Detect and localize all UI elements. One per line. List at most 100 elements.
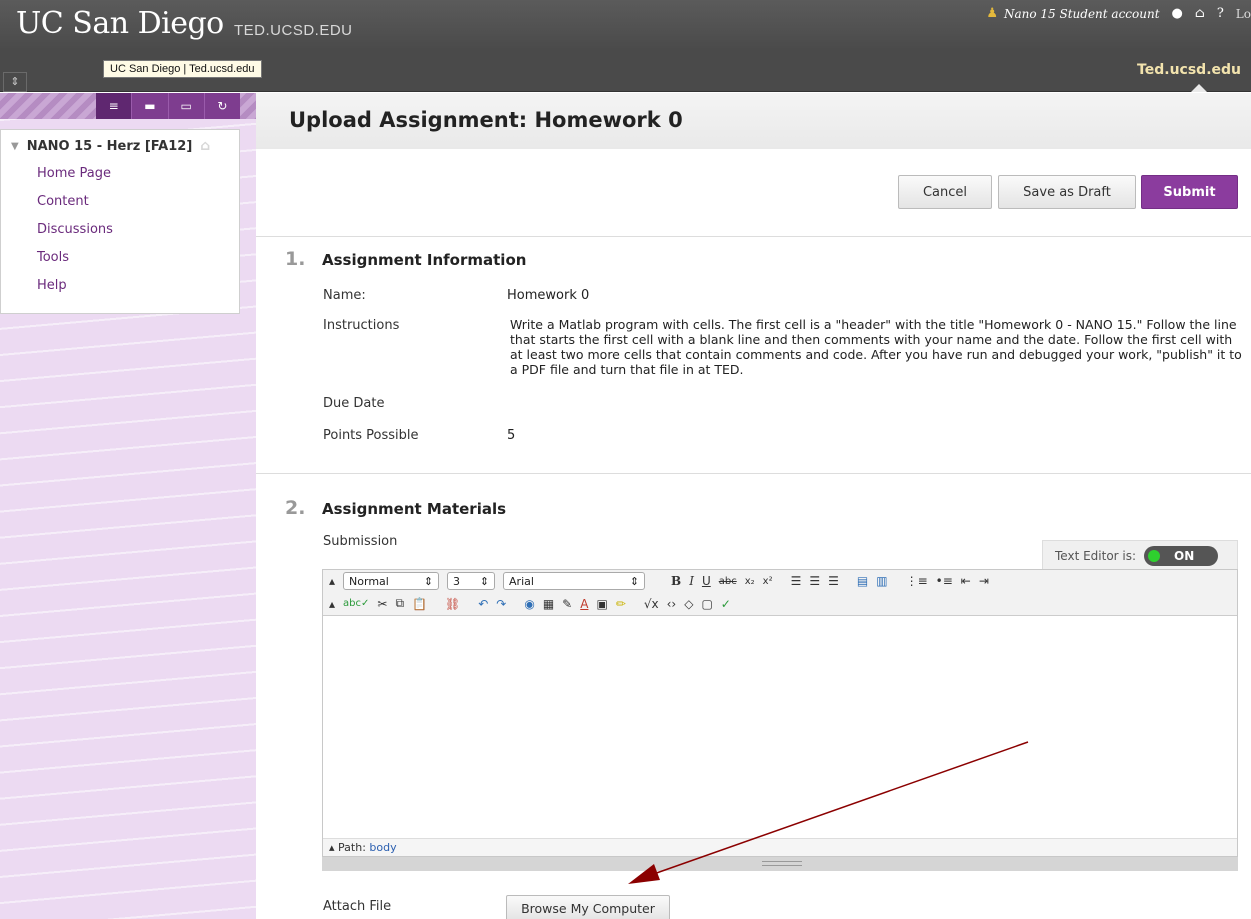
- brand-logo[interactable]: UC San Diego: [16, 6, 224, 41]
- unordered-list-icon[interactable]: •≡: [936, 574, 953, 588]
- collapse-path-icon[interactable]: ▴: [329, 841, 335, 854]
- points-value: 5: [507, 428, 516, 443]
- align-left-icon[interactable]: ☰: [791, 574, 802, 588]
- outdent-icon[interactable]: ⇤: [961, 574, 971, 588]
- text-color-icon[interactable]: A: [580, 597, 588, 611]
- home-icon[interactable]: ⌂: [1195, 6, 1205, 21]
- rich-text-editor: ▴ Normal ⇕ 3 ⇕ Arial ⇕ B I U abc x₂ x² ☰ ☰ …: [322, 569, 1238, 857]
- font-select[interactable]: Arial ⇕: [503, 572, 646, 590]
- underline-icon[interactable]: U: [702, 574, 711, 588]
- insert-media-icon[interactable]: ▣: [596, 597, 607, 611]
- drag-handle-icon[interactable]: ⇕: [3, 72, 27, 92]
- text-editor-state: ON: [1174, 548, 1195, 563]
- action-bar: Cancel Save as Draft Submit: [256, 149, 1251, 237]
- draw-icon[interactable]: ✎: [562, 597, 572, 611]
- subscript-icon[interactable]: x₂: [745, 576, 755, 587]
- format-select[interactable]: Normal ⇕: [343, 572, 440, 590]
- select-arrow-icon: ⇕: [423, 574, 434, 588]
- text-editor-label: Text Editor is:: [1055, 548, 1137, 563]
- user-icon[interactable]: ●: [1172, 6, 1183, 21]
- course-title-text: NANO 15 - Herz [FA12]: [26, 138, 193, 154]
- ordered-list-icon[interactable]: ⋮≡: [906, 574, 928, 588]
- paste-word-icon[interactable]: ▥: [876, 574, 887, 588]
- text-editor-switch[interactable]: ON: [1144, 545, 1219, 566]
- format-value: Normal: [349, 574, 389, 588]
- size-select[interactable]: 3 ⇕: [447, 572, 496, 590]
- editor-path-bar: ▴ Path: body: [323, 838, 1237, 856]
- select-arrow-icon: ⇕: [479, 574, 490, 588]
- superscript-icon[interactable]: x²: [763, 576, 773, 587]
- logout-link[interactable]: Lo: [1236, 7, 1251, 21]
- table-icon[interactable]: ▦: [543, 597, 554, 611]
- main-content: Upload Assignment: Homework 0 Cancel Sav…: [256, 93, 1251, 919]
- strikethrough-icon[interactable]: abc: [719, 576, 737, 587]
- help-icon[interactable]: ?: [1217, 6, 1224, 21]
- due-date-label: Due Date: [323, 396, 385, 411]
- path-value[interactable]: body: [369, 841, 396, 854]
- insert-link-icon[interactable]: ◉: [524, 597, 534, 611]
- instructions-label: Instructions: [323, 318, 400, 333]
- course-title[interactable]: ▼ NANO 15 - Herz [FA12] ⌂: [11, 138, 210, 154]
- submission-label: Submission: [323, 534, 398, 549]
- refresh-icon[interactable]: ↻: [205, 93, 240, 119]
- browse-computer-button[interactable]: Browse My Computer: [506, 895, 670, 919]
- paste-text-icon[interactable]: ▤: [857, 574, 868, 588]
- sidebar-item-tools[interactable]: Tools: [37, 250, 113, 278]
- copy-icon[interactable]: ⧉: [395, 596, 404, 611]
- code-icon[interactable]: ◇: [684, 597, 693, 611]
- collapse-toolbar-icon[interactable]: ▴: [329, 597, 335, 611]
- align-center-icon[interactable]: ☰: [809, 574, 820, 588]
- html-source-icon[interactable]: ‹›: [667, 597, 677, 611]
- collapse-toolbar-icon[interactable]: ▴: [329, 574, 335, 588]
- editor-text-area[interactable]: [323, 616, 1237, 838]
- sidebar-tools: ≡ ▬ ▭ ↻: [96, 93, 240, 119]
- sidebar-item-home-page[interactable]: Home Page: [37, 166, 113, 194]
- page-title-band: Upload Assignment: Homework 0: [256, 93, 1251, 149]
- course-menu-list: Home Page Content Discussions Tools Help: [37, 166, 113, 306]
- align-right-icon[interactable]: ☰: [828, 574, 839, 588]
- redo-icon[interactable]: ↷: [496, 597, 506, 611]
- section-number: 1.: [285, 248, 306, 270]
- undo-icon[interactable]: ↶: [478, 597, 488, 611]
- course-sidebar: ≡ ▬ ▭ ↻ ▼ NANO 15 - Herz [FA12] ⌂ Home P…: [0, 93, 256, 919]
- editor-resize-handle[interactable]: [322, 857, 1238, 871]
- site-link[interactable]: Ted.ucsd.edu: [1137, 62, 1241, 78]
- points-label: Points Possible: [323, 428, 419, 443]
- math-equation-icon[interactable]: √x: [644, 597, 659, 611]
- sidebar-item-help[interactable]: Help: [37, 278, 113, 306]
- highlight-icon[interactable]: ✏: [616, 597, 626, 611]
- home-icon[interactable]: ⌂: [200, 138, 210, 154]
- account-name[interactable]: Nano 15 Student account: [1004, 7, 1160, 21]
- editor-toolbar-row-1: ▴ Normal ⇕ 3 ⇕ Arial ⇕ B I U abc x₂ x² ☰ ☰ …: [323, 570, 1237, 592]
- window-icon[interactable]: ▭: [169, 93, 205, 119]
- paste-icon[interactable]: 📋: [412, 597, 427, 611]
- sidebar-item-discussions[interactable]: Discussions: [37, 222, 113, 250]
- section-title: Assignment Materials: [322, 500, 507, 518]
- menu-list-icon[interactable]: ≡: [96, 93, 133, 119]
- caret-icon: [1191, 84, 1207, 92]
- unlink-icon[interactable]: ⛓: [445, 597, 460, 611]
- cut-icon[interactable]: ✂: [377, 597, 387, 611]
- submit-button[interactable]: Submit: [1141, 175, 1238, 209]
- bold-icon[interactable]: B: [671, 574, 681, 588]
- attach-file-label: Attach File: [323, 899, 392, 914]
- save-draft-button[interactable]: Save as Draft: [998, 175, 1136, 209]
- folder-icon[interactable]: ▬: [132, 93, 169, 119]
- indent-icon[interactable]: ⇥: [979, 574, 989, 588]
- page-title: Upload Assignment: Homework 0: [289, 108, 683, 132]
- cancel-button[interactable]: Cancel: [898, 175, 992, 209]
- italic-icon[interactable]: I: [689, 574, 694, 588]
- toggle-on-icon: [1148, 549, 1161, 562]
- name-label: Name:: [323, 288, 366, 303]
- collapse-triangle-icon[interactable]: ▼: [11, 141, 19, 152]
- top-header: UC San Diego TED.UCSD.EDU ♟ Nano 15 Stud…: [0, 0, 1251, 50]
- path-label: Path:: [338, 841, 366, 854]
- size-value: 3: [453, 574, 461, 588]
- fullscreen-icon[interactable]: ▢: [701, 597, 712, 611]
- spellcheck-icon[interactable]: abc✓: [343, 598, 369, 609]
- sidebar-item-content[interactable]: Content: [37, 194, 113, 222]
- preview-check-icon[interactable]: ✓: [721, 597, 731, 611]
- site-subtitle: TED.UCSD.EDU: [234, 22, 353, 39]
- course-menu: ▼ NANO 15 - Herz [FA12] ⌂ Home Page Cont…: [0, 129, 240, 314]
- account-bar: ♟ Nano 15 Student account ● ⌂ ? Lo: [986, 6, 1251, 21]
